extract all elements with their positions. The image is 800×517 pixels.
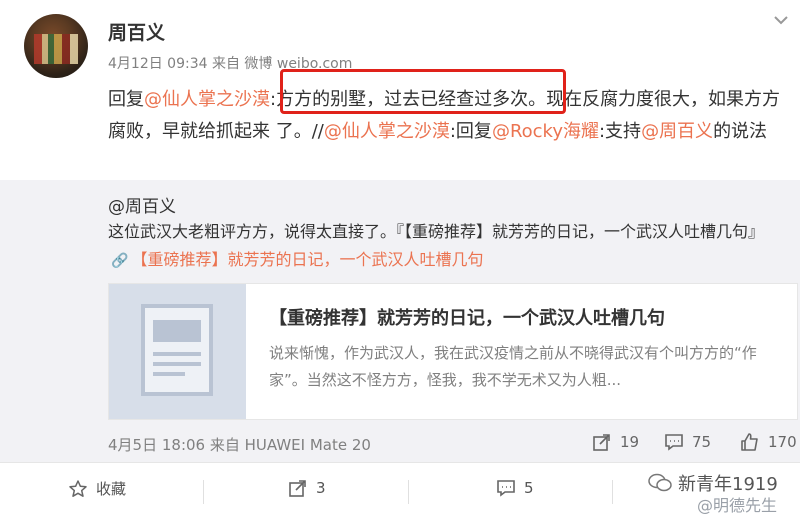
action-separator	[612, 480, 613, 504]
article-description: 说来惭愧，作为武汉人，我在武汉疫情之前从不晓得武汉有个叫方方的“作家”。当然这不…	[269, 344, 757, 389]
post-text-part: :回复	[449, 121, 492, 142]
post-text: 回复@仙人掌之沙漠:方方的别墅，过去已经查过多次。现在反腐力度很大，如果方方腐败…	[108, 84, 788, 148]
mention-link[interactable]: @仙人掌之沙漠	[144, 89, 270, 110]
repost-time: 4月5日 18:06 来自 HUAWEI Mate 20	[108, 436, 371, 454]
post-text-part: :支持	[598, 121, 642, 142]
comment-icon	[665, 434, 683, 451]
post-meta: 4月12日 09:34 来自 微博 weibo.com	[108, 56, 353, 72]
article-link[interactable]: 【重磅推荐】就芳芳的日记，一个武汉人吐槽几句	[131, 250, 483, 269]
article-title[interactable]: 【重磅推荐】就芳芳的日记，一个武汉人吐槽几句	[269, 304, 665, 330]
post-text-part: 的说法	[713, 121, 768, 142]
forward-icon	[289, 480, 306, 497]
link-icon: 🔗	[111, 253, 129, 269]
forward-button[interactable]: 3	[288, 478, 326, 498]
comment-count: 5	[524, 479, 534, 497]
forward-count: 19	[620, 433, 640, 451]
thumbs-up-icon	[741, 433, 758, 451]
avatar[interactable]	[24, 14, 88, 78]
comment-count: 75	[692, 433, 712, 451]
mention-link[interactable]: @Rocky海耀	[492, 121, 599, 142]
document-icon	[141, 304, 213, 396]
repost-like-button[interactable]: 170	[740, 432, 797, 452]
favorite-label: 收藏	[96, 480, 127, 498]
repost-forward-button[interactable]: 19	[592, 432, 639, 452]
chevron-down-icon[interactable]	[770, 10, 792, 32]
action-separator	[408, 480, 409, 504]
wechat-icon	[648, 473, 672, 492]
star-icon	[69, 479, 87, 497]
author-name[interactable]: 周百义	[108, 18, 165, 45]
reply-prefix: 回复	[108, 89, 144, 110]
repost-footer: 4月5日 18:06 来自 HUAWEI Mate 20 19 75 170	[0, 430, 800, 456]
divider	[0, 462, 800, 463]
favorite-button[interactable]: 收藏	[68, 478, 126, 499]
like-count: 170	[768, 433, 797, 451]
weibo-post: 周百义 4月12日 09:34 来自 微博 weibo.com 回复@仙人掌之沙…	[0, 0, 800, 517]
repost-container: @周百义 这位武汉大老粗评方方，说得太直接了。『【重磅推荐】就芳芳的日记，一个武…	[0, 180, 800, 462]
article-card[interactable]: 【重磅推荐】就芳芳的日记，一个武汉人吐槽几句 说来惭愧，作为武汉人，我在武汉疫情…	[108, 283, 798, 420]
mention-link[interactable]: @仙人掌之沙漠	[324, 121, 450, 142]
forward-icon	[593, 434, 610, 451]
action-separator	[203, 480, 204, 504]
repost-comment-button[interactable]: 75	[664, 432, 711, 452]
forward-count: 3	[316, 479, 326, 497]
repost-user[interactable]: @周百义	[108, 192, 176, 217]
article-thumbnail	[109, 284, 246, 419]
comment-button[interactable]: 5	[496, 478, 534, 498]
watermark-handle: @明德先生	[697, 496, 778, 515]
comment-icon	[497, 480, 515, 497]
repost-text: 这位武汉大老粗评方方，说得太直接了。『【重磅推荐】就芳芳的日记，一个武汉人吐槽几…	[108, 222, 765, 269]
mention-link[interactable]: @周百义	[641, 121, 713, 142]
